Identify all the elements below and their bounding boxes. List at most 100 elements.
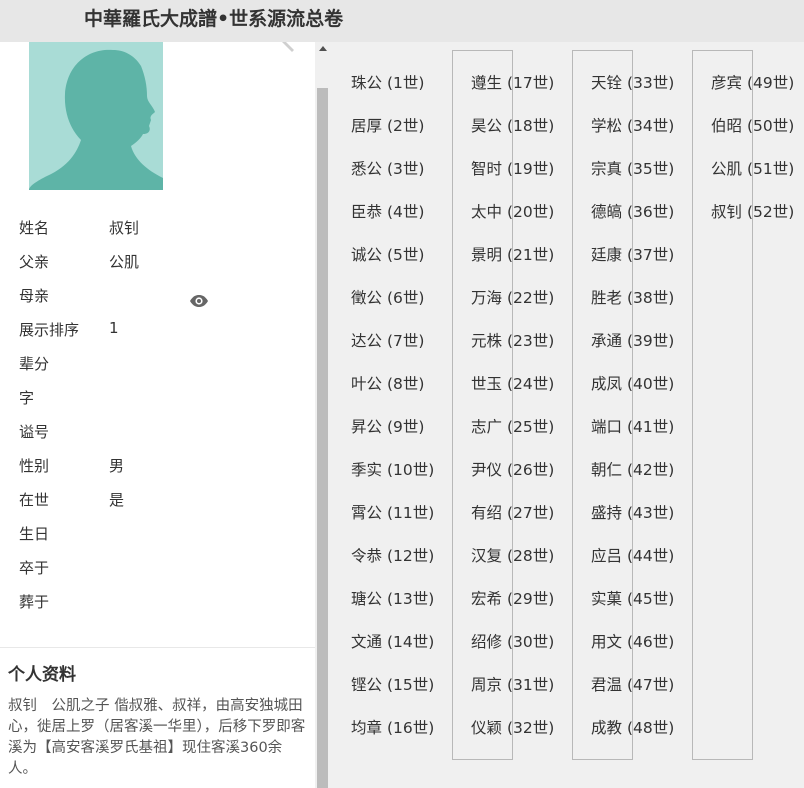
scrollbar[interactable] [315,42,330,788]
generation-node[interactable]: 朝仁 (42世) [591,460,674,480]
profile-row-label: 卒于 [19,559,50,577]
profile-row-label: 父亲 [19,253,50,271]
generation-name: 用文 [591,633,623,651]
eye-icon[interactable] [189,294,209,308]
generation-name: 徵公 [351,289,383,307]
generation-node[interactable]: 盛持 (43世) [591,503,674,523]
generation-name: 廷康 [591,246,623,264]
generation-name: 宏希 [471,590,503,608]
generation-node[interactable]: 公肌 (51世) [711,159,794,179]
scroll-up-arrow-icon[interactable] [319,46,327,51]
generation-node[interactable]: 周京 (31世) [471,675,554,695]
profile-row-label: 谥号 [19,423,50,441]
generation-node[interactable]: 廷康 (37世) [591,245,674,265]
generation-node[interactable]: 端口 (41世) [591,417,674,437]
generation-node[interactable]: 季实 (10世) [351,460,434,480]
avatar [29,42,163,190]
generation-node[interactable]: 遵生 (17世) [471,73,554,93]
generation-name: 宗真 [591,160,623,178]
generation-name: 胜老 [591,289,623,307]
generation-node[interactable]: 达公 (7世) [351,331,424,351]
generation-number: (28世) [506,547,555,565]
generation-number: (29世) [506,590,555,608]
profile-panel: 姓名 叔钊 父亲 公肌 母亲 展示排序 1 辈分字谥号 性别 男在世 是生日 卒于 葬于 个人资料 叔钊… [0,42,315,788]
generation-number: (4世) [386,203,425,221]
generation-node[interactable]: 汉复 (28世) [471,546,554,566]
generation-node[interactable]: 尹仪 (26世) [471,460,554,480]
generation-node[interactable]: 志广 (25世) [471,417,554,437]
generation-node[interactable]: 成凤 (40世) [591,374,674,394]
generation-node[interactable]: 宏希 (29世) [471,589,554,609]
generation-node[interactable]: 诚公 (5世) [351,245,424,265]
generation-node[interactable]: 瑭公 (13世) [351,589,434,609]
generation-name: 彦宾 [711,74,743,92]
generation-name: 朝仁 [591,461,623,479]
generation-node[interactable]: 伯昭 (50世) [711,116,794,136]
generation-node[interactable]: 太中 (20世) [471,202,554,222]
generation-node[interactable]: 实菓 (45世) [591,589,674,609]
generation-node[interactable]: 有绍 (27世) [471,503,554,523]
generation-node[interactable]: 用文 (46世) [591,632,674,652]
generation-node[interactable]: 元株 (23世) [471,331,554,351]
bio-text: 叔钊 公肌之子 偕叔雅、叔祥，由高安独城田心，徙居上罗（居客溪一华里），后移下罗… [8,698,306,777]
generation-node[interactable]: 彦宾 (49世) [711,73,794,93]
generation-node[interactable]: 成教 (48世) [591,718,674,738]
generation-node[interactable]: 智时 (19世) [471,159,554,179]
generation-node[interactable]: 景明 (21世) [471,245,554,265]
generation-node[interactable]: 徵公 (6世) [351,288,424,308]
generation-node[interactable]: 昊公 (18世) [471,116,554,136]
generation-number: (16世) [386,719,435,737]
generation-number: (46世) [626,633,675,651]
generation-name: 应吕 [591,547,623,565]
profile-row-value: 叔钊 [109,219,140,237]
generation-name: 季实 [351,461,383,479]
generation-number: (19世) [506,160,555,178]
generation-node[interactable]: 文通 (14世) [351,632,434,652]
generation-number: (12世) [386,547,435,565]
generation-node[interactable]: 霄公 (11世) [351,503,434,523]
generation-node[interactable]: 应吕 (44世) [591,546,674,566]
generation-node[interactable]: 仪颖 (32世) [471,718,554,738]
generation-node[interactable]: 均章 (16世) [351,718,434,738]
generation-node[interactable]: 承通 (39世) [591,331,674,351]
generation-node[interactable]: 令恭 (12世) [351,546,434,566]
generation-name: 绍修 [471,633,503,651]
generation-number: (15世) [386,676,435,694]
generation-name: 汉复 [471,547,503,565]
generation-node[interactable]: 悉公 (3世) [351,159,424,179]
profile-row-label: 生日 [19,525,50,543]
generation-name: 臣恭 [351,203,383,221]
pen-icon[interactable] [280,42,296,52]
generation-node[interactable]: 珠公 (1世) [351,73,424,93]
generation-name: 景明 [471,246,503,264]
generation-number: (50世) [746,117,795,135]
profile-row-value[interactable]: 公肌 [109,251,139,272]
generation-name: 悉公 [351,160,383,178]
generation-node[interactable]: 天铨 (33世) [591,73,674,93]
generation-node[interactable]: 胜老 (38世) [591,288,674,308]
profile-row-label: 葬于 [19,593,50,611]
generation-node[interactable]: 世玉 (24世) [471,374,554,394]
generation-node[interactable]: 臣恭 (4世) [351,202,424,222]
generation-number: (33世) [626,74,675,92]
generation-number: (25世) [506,418,555,436]
generation-number: (43世) [626,504,675,522]
generation-node[interactable]: 叔钊 (52世) [711,202,794,222]
generation-node[interactable]: 君温 (47世) [591,675,674,695]
generation-number: (45世) [626,590,675,608]
scrollbar-thumb[interactable] [317,88,328,788]
generation-node[interactable]: 万海 (22世) [471,288,554,308]
generation-name: 昇公 [351,418,383,436]
generation-node[interactable]: 学松 (34世) [591,116,674,136]
generation-node[interactable]: 铿公 (15世) [351,675,434,695]
generation-number: (44世) [626,547,675,565]
generation-node[interactable]: 居厚 (2世) [351,116,424,136]
generation-node[interactable]: 绍修 (30世) [471,632,554,652]
generation-number: (30世) [506,633,555,651]
generation-node[interactable]: 昇公 (9世) [351,417,424,437]
generation-name: 令恭 [351,547,383,565]
generation-node[interactable]: 宗真 (35世) [591,159,674,179]
generation-node[interactable]: 叶公 (8世) [351,374,424,394]
generation-name: 太中 [471,203,503,221]
generation-node[interactable]: 德皜 (36世) [591,202,674,222]
